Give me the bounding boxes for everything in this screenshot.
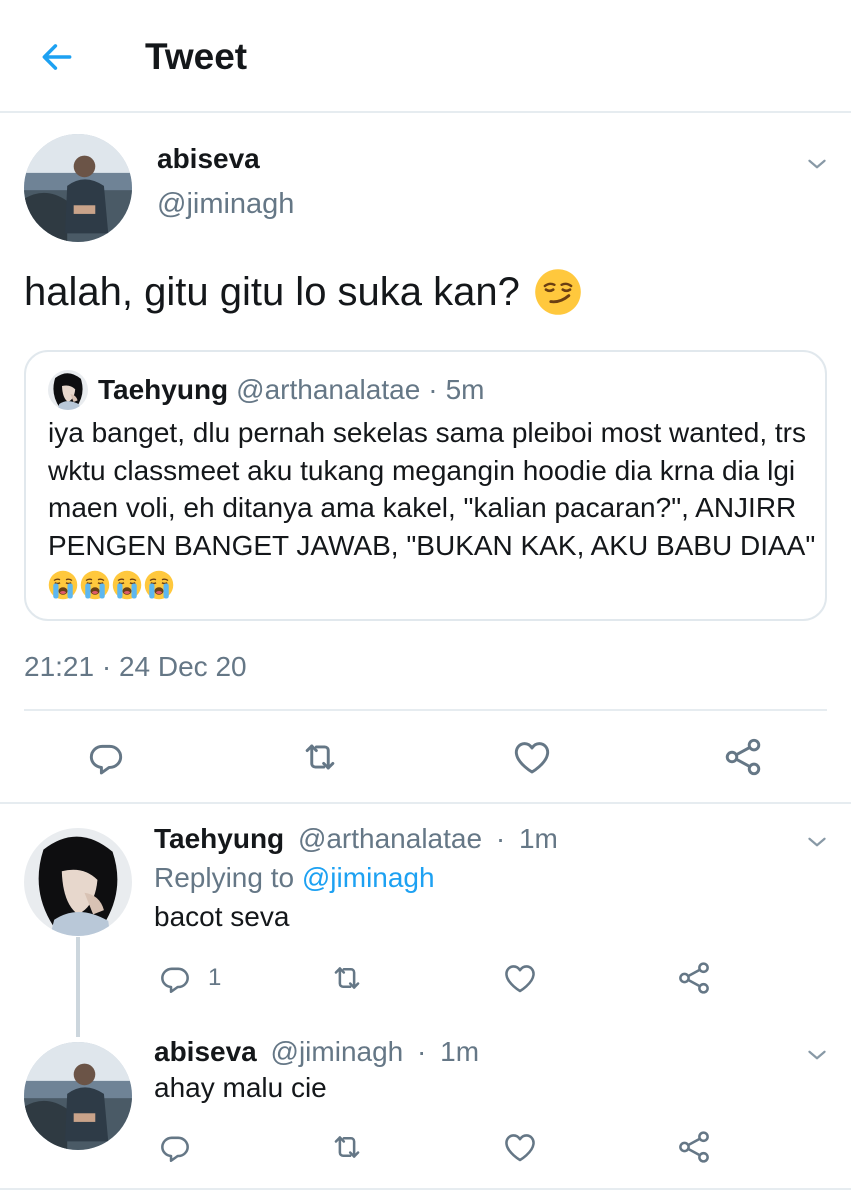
reply-author-handle[interactable]: @arthanalatae: [298, 823, 482, 854]
replying-to: Replying to @jiminagh: [154, 862, 435, 894]
arrow-left-icon: [42, 44, 72, 70]
share-icon: [674, 1128, 714, 1166]
heart-icon: [509, 735, 555, 779]
quoted-tweet-text-block: iya banget, dlu pernah sekelas sama plei…: [48, 414, 818, 602]
avatar[interactable]: [24, 828, 132, 936]
reply-icon: [156, 1128, 194, 1166]
reply-text: bacot seva: [154, 901, 290, 932]
loudly-crying-face-emoji: [112, 570, 142, 600]
quoted-tweet[interactable]: Taehyung @arthanalatae · 5m iya banget, …: [24, 350, 827, 621]
loudly-crying-face-emoji: [48, 570, 78, 600]
share-button[interactable]: [674, 1128, 714, 1166]
reply-time: 1m: [518, 823, 558, 854]
share-button[interactable]: [720, 735, 766, 779]
retweet-button[interactable]: [296, 735, 344, 779]
author-name[interactable]: abiseva: [157, 143, 260, 175]
retweet-icon: [326, 959, 368, 997]
like-button[interactable]: [500, 1128, 540, 1166]
dot-separator: ·: [495, 823, 506, 854]
reply-header: abiseva @jiminagh · 1m: [154, 1036, 479, 1068]
heart-icon: [500, 1128, 540, 1166]
thread-line: [76, 937, 80, 1037]
retweet-icon: [296, 735, 344, 779]
quoted-avatar: [48, 370, 88, 410]
avatar[interactable]: [24, 134, 132, 242]
reply-icon: [156, 959, 194, 997]
like-button[interactable]: [509, 735, 555, 779]
loudly-crying-face-emoji: [144, 570, 174, 600]
divider: [0, 802, 851, 804]
retweet-button[interactable]: [326, 959, 368, 997]
quoted-author-handle: @arthanalatae: [236, 374, 421, 405]
retweet-button[interactable]: [326, 1128, 368, 1166]
quoted-tweet-header: Taehyung @arthanalatae · 5m: [48, 370, 485, 410]
quoted-time: 5m: [445, 374, 485, 405]
reply-icon: [84, 735, 128, 779]
tweet-text-row: halah, gitu gitu lo suka kan?: [24, 268, 582, 316]
reply-time: 1m: [440, 1036, 480, 1067]
smirking-face-emoji: [534, 268, 582, 316]
like-button[interactable]: [500, 959, 540, 997]
replying-to-label: Replying to: [154, 862, 295, 893]
retweet-icon: [326, 1128, 368, 1166]
reply-button[interactable]: [156, 1128, 194, 1166]
share-icon: [720, 735, 766, 779]
reply-author-handle[interactable]: @jiminagh: [271, 1036, 404, 1067]
chevron-down-icon[interactable]: [803, 1041, 831, 1069]
top-bar: Tweet: [0, 0, 851, 113]
divider: [24, 709, 827, 711]
tweet-text: halah, gitu gitu lo suka kan?: [24, 269, 520, 314]
tweet-timestamp[interactable]: 21:21 · 24 Dec 20: [24, 651, 247, 683]
back-button[interactable]: [36, 36, 78, 78]
loudly-crying-face-emoji: [80, 570, 110, 600]
share-button[interactable]: [674, 959, 714, 997]
quoted-author-name: Taehyung: [98, 374, 229, 405]
reply-author-name[interactable]: abiseva: [154, 1036, 257, 1067]
reply-count: 1: [208, 964, 222, 991]
chevron-down-icon[interactable]: [803, 150, 831, 178]
author-handle[interactable]: @jiminagh: [157, 188, 294, 221]
dot-separator: ·: [417, 1036, 427, 1067]
reply-header: Taehyung @arthanalatae · 1m: [154, 823, 558, 855]
heart-icon: [500, 959, 540, 997]
avatar[interactable]: [24, 1042, 132, 1150]
reply-button[interactable]: 1: [156, 959, 221, 997]
chevron-down-icon[interactable]: [803, 828, 831, 856]
divider: [0, 1188, 851, 1190]
reply-text: ahay malu cie: [154, 1072, 327, 1103]
reply-button[interactable]: [84, 735, 128, 779]
share-icon: [674, 959, 714, 997]
page-title: Tweet: [145, 36, 248, 77]
mention-link[interactable]: @jiminagh: [302, 862, 435, 893]
dot-separator: ·: [428, 374, 438, 405]
crying-emojis: [48, 570, 174, 600]
quoted-tweet-text: iya banget, dlu pernah sekelas sama plei…: [48, 417, 816, 561]
reply-author-name[interactable]: Taehyung: [154, 823, 284, 854]
